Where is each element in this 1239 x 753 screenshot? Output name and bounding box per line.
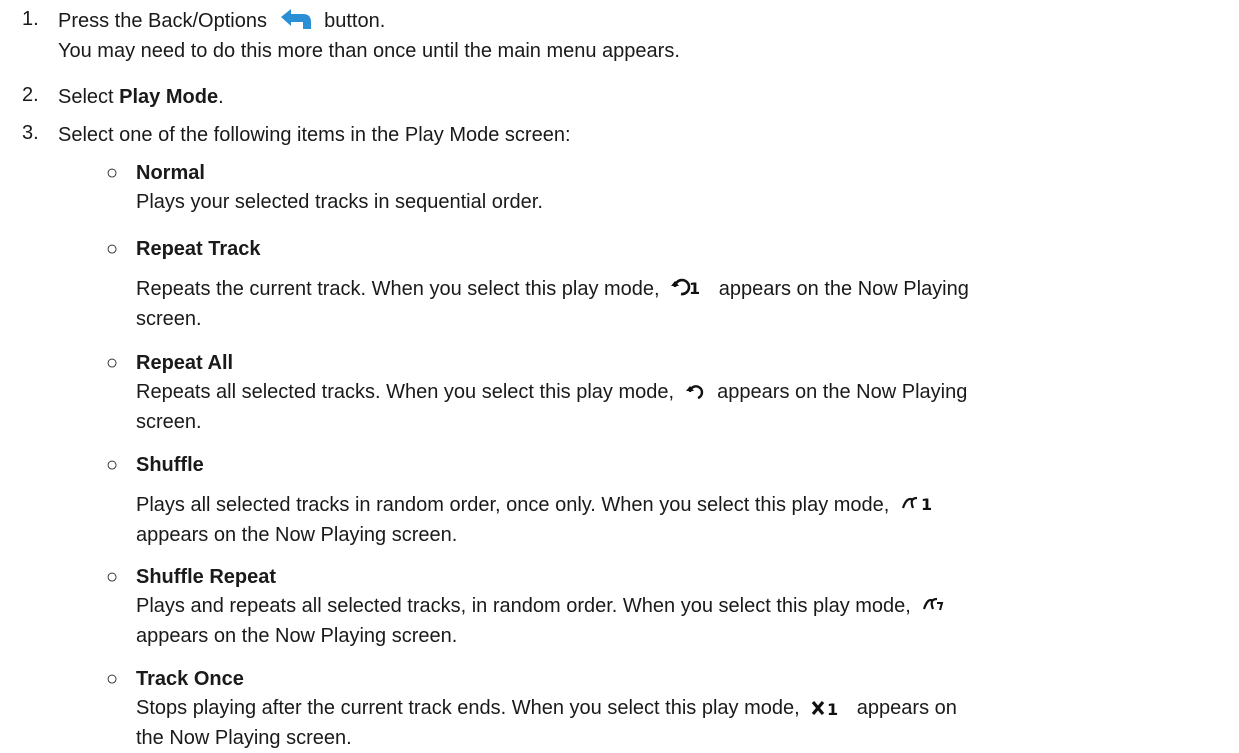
svg-text:1: 1: [921, 495, 932, 514]
repeat-all-icon: [685, 382, 706, 409]
option-desc-after: appears on: [856, 697, 957, 719]
step-2-text-before: Select: [58, 86, 120, 108]
option-desc-before: Stops playing after the current track en…: [136, 697, 800, 719]
option-desc-line2: screen.: [136, 308, 202, 330]
option-desc-before: Repeats all selected tracks. When you se…: [136, 381, 675, 403]
repeat-one-icon: 1: [671, 278, 707, 306]
option-desc: Plays all selected tracks in random orde…: [136, 492, 1229, 549]
option-desc-line2: screen.: [136, 411, 202, 433]
step-2-text-after: .: [218, 86, 224, 108]
option-desc-line2: appears on the Now Playing screen.: [136, 524, 458, 546]
option-desc-before: Plays and repeats all selected tracks, i…: [136, 595, 911, 617]
option-desc-line2: appears on the Now Playing screen.: [136, 625, 458, 647]
step-text: Press the Back/Options button. You may n…: [58, 8, 1229, 65]
bullet: ○: [106, 668, 119, 690]
bullet: ○: [106, 162, 119, 184]
step-1-line2: You may need to do this more than once u…: [58, 40, 680, 62]
track-once-icon: 1: [811, 698, 845, 725]
option-desc-after: appears on the Now Playing: [718, 278, 969, 300]
option-desc-after: appears on the Now Playing: [717, 381, 968, 403]
option-title: Repeat All: [136, 352, 234, 374]
option-title: Track Once: [136, 668, 244, 690]
back-arrow-icon: [279, 8, 313, 38]
bullet: ○: [106, 352, 119, 374]
step-text: Select one of the following items in the…: [58, 124, 571, 146]
option-desc-before: Plays all selected tracks in random orde…: [136, 494, 890, 516]
step-number: 2.: [22, 84, 39, 106]
step-1-text-before: Press the Back/Options: [58, 10, 267, 32]
svg-text:1: 1: [689, 279, 700, 298]
bullet: ○: [106, 238, 119, 260]
option-title: Normal: [136, 162, 205, 184]
option-desc: Repeats the current track. When you sele…: [136, 276, 1229, 333]
bullet: ○: [106, 566, 119, 588]
option-title: Repeat Track: [136, 238, 261, 260]
option-desc: Plays and repeats all selected tracks, i…: [136, 593, 1229, 650]
option-title: Shuffle: [136, 454, 204, 476]
play-mode-label: Play Mode: [119, 86, 219, 108]
svg-text:1: 1: [827, 700, 838, 717]
option-desc-line2: the Now Playing screen.: [136, 727, 352, 749]
option-desc: Stops playing after the current track en…: [136, 695, 1229, 752]
step-number: 1.: [22, 8, 39, 30]
option-title: Shuffle Repeat: [136, 566, 277, 588]
option-desc: Plays your selected tracks in sequential…: [136, 191, 543, 213]
shuffle-once-icon: 1: [901, 494, 937, 522]
option-desc-before: Repeats the current track. When you sele…: [136, 278, 660, 300]
option-desc: Repeats all selected tracks. When you se…: [136, 379, 1229, 436]
step-1-text-after: button.: [324, 10, 386, 32]
step-number: 3.: [22, 122, 39, 144]
shuffle-repeat-icon: [922, 595, 944, 623]
bullet: ○: [106, 454, 119, 476]
step-text: Select Play Mode.: [58, 84, 1229, 111]
